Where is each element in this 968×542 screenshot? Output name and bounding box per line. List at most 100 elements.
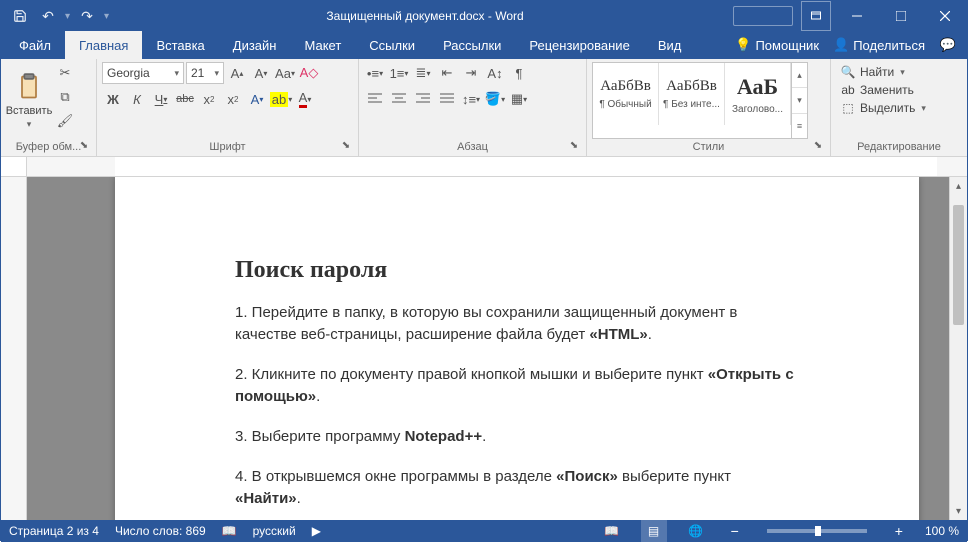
status-page[interactable]: Страница 2 из 4 <box>9 524 99 538</box>
tab-view[interactable]: Вид <box>644 31 696 59</box>
align-center-icon[interactable] <box>388 88 410 110</box>
minimize-button[interactable] <box>835 1 879 31</box>
status-macros-icon[interactable]: ▶ <box>312 524 321 538</box>
format-painter-icon[interactable]: 🖌 <box>54 110 76 132</box>
increase-indent-icon[interactable]: ⇥ <box>460 62 482 84</box>
share-label: Поделиться <box>853 38 925 53</box>
tab-insert[interactable]: Вставка <box>142 31 218 59</box>
view-web-icon[interactable]: 🌐 <box>683 520 709 542</box>
vertical-scrollbar[interactable]: ▴ ▾ <box>949 177 967 520</box>
clear-format-icon[interactable]: A◇ <box>298 62 320 84</box>
justify-icon[interactable] <box>436 88 458 110</box>
file-tab[interactable]: Файл <box>5 31 65 59</box>
status-language[interactable]: русский <box>253 524 296 538</box>
qat-undo-more-icon[interactable]: ▾ <box>63 11 72 22</box>
status-spellcheck-icon[interactable]: 📖 <box>222 524 237 538</box>
change-case-icon[interactable]: Aa▾ <box>274 62 296 84</box>
ribbon-display-options-icon[interactable] <box>801 1 831 31</box>
doc-heading[interactable]: Поиск пароля <box>235 257 799 284</box>
share-icon: 👤 <box>833 37 849 53</box>
document-canvas[interactable]: Поиск пароля 1. Перейдите в папку, в кот… <box>27 177 949 520</box>
zoom-handle[interactable] <box>815 526 821 536</box>
bold-button[interactable]: Ж <box>102 88 124 110</box>
styles-expand-icon[interactable]: ≡ <box>792 113 807 138</box>
undo-icon[interactable]: ↶ <box>35 3 61 29</box>
style-normal[interactable]: АаБбВв ¶ Обычный <box>593 63 659 125</box>
replace-icon: ab <box>840 83 856 97</box>
doc-paragraph[interactable]: 4. В открывшемся окне программы в раздел… <box>235 466 799 510</box>
dialog-launcher-icon[interactable]: ⬊ <box>811 140 825 154</box>
underline-button[interactable]: Ч▾ <box>150 88 172 110</box>
font-color-icon[interactable]: A▾ <box>294 88 316 110</box>
doc-paragraph[interactable]: 3. Выберите программу Notepad++. <box>235 426 799 448</box>
shrink-font-icon[interactable]: A▾ <box>250 62 272 84</box>
tell-me[interactable]: 💡 Помощник <box>735 37 819 53</box>
zoom-level[interactable]: 100 % <box>925 524 959 538</box>
tab-mailings[interactable]: Рассылки <box>429 31 515 59</box>
font-name-combo[interactable]: Georgia▾ <box>102 62 184 84</box>
tab-design[interactable]: Дизайн <box>219 31 291 59</box>
styles-more: ▴ ▾ ≡ <box>791 63 807 138</box>
dialog-launcher-icon[interactable]: ⬊ <box>339 140 353 154</box>
doc-paragraph[interactable]: 2. Кликните по документу правой кнопкой … <box>235 364 799 408</box>
cut-icon[interactable]: ✂ <box>54 62 76 84</box>
align-left-icon[interactable] <box>364 88 386 110</box>
numbering-icon[interactable]: 1≡▾ <box>388 62 410 84</box>
italic-button[interactable]: К <box>126 88 148 110</box>
font-size-combo[interactable]: 21▾ <box>186 62 224 84</box>
line-spacing-icon[interactable]: ↕≡▾ <box>460 88 482 110</box>
horizontal-ruler[interactable] <box>1 157 967 177</box>
borders-icon[interactable]: ▦▾ <box>508 88 530 110</box>
zoom-in-button[interactable]: + <box>889 523 909 539</box>
grow-font-icon[interactable]: A▴ <box>226 62 248 84</box>
subscript-icon[interactable]: x2 <box>198 88 220 110</box>
tab-home[interactable]: Главная <box>65 31 142 59</box>
highlight-icon[interactable]: ab▾ <box>270 88 292 110</box>
select-button[interactable]: ⬚Выделить▾ <box>836 100 930 116</box>
decrease-indent-icon[interactable]: ⇤ <box>436 62 458 84</box>
save-icon[interactable] <box>7 3 33 29</box>
close-button[interactable] <box>923 1 967 31</box>
find-button[interactable]: 🔍Найти▾ <box>836 64 930 80</box>
share-button[interactable]: 👤 Поделиться <box>833 37 925 53</box>
page[interactable]: Поиск пароля 1. Перейдите в папку, в кот… <box>115 177 919 520</box>
tab-review[interactable]: Рецензирование <box>515 31 643 59</box>
align-right-icon[interactable] <box>412 88 434 110</box>
view-read-icon[interactable]: 📖 <box>599 520 625 542</box>
dialog-launcher-icon[interactable]: ⬊ <box>567 140 581 154</box>
styles-down-icon[interactable]: ▾ <box>792 87 807 112</box>
tab-layout[interactable]: Макет <box>290 31 355 59</box>
bullets-icon[interactable]: •≡▾ <box>364 62 386 84</box>
scroll-down-icon[interactable]: ▾ <box>950 502 967 520</box>
strikethrough-button[interactable]: abc <box>174 88 196 110</box>
tab-references[interactable]: Ссылки <box>355 31 429 59</box>
redo-icon[interactable]: ↷ <box>74 3 100 29</box>
replace-button[interactable]: abЗаменить <box>836 82 930 98</box>
group-paragraph-label: Абзац ⬊ <box>364 139 581 156</box>
dialog-launcher-icon[interactable]: ⬊ <box>77 140 91 154</box>
styles-up-icon[interactable]: ▴ <box>792 63 807 87</box>
zoom-slider[interactable] <box>767 529 867 533</box>
scroll-up-icon[interactable]: ▴ <box>950 177 967 195</box>
shading-icon[interactable]: 🪣▾ <box>484 88 506 110</box>
maximize-button[interactable] <box>879 1 923 31</box>
superscript-icon[interactable]: x2 <box>222 88 244 110</box>
copy-icon[interactable]: ⧉ <box>54 86 76 108</box>
status-wordcount[interactable]: Число слов: 869 <box>115 524 206 538</box>
qat-customize-icon[interactable]: ▾ <box>102 11 111 22</box>
text-effects-icon[interactable]: A▾ <box>246 88 268 110</box>
paste-button[interactable]: Вставить ▾ <box>6 62 52 139</box>
sort-icon[interactable]: A↕ <box>484 62 506 84</box>
show-marks-icon[interactable]: ¶ <box>508 62 530 84</box>
doc-paragraph[interactable]: 1. Перейдите в папку, в которую вы сохра… <box>235 302 799 346</box>
style-heading1[interactable]: АаБ Заголово... <box>725 63 791 125</box>
scroll-thumb[interactable] <box>953 205 964 325</box>
multilevel-icon[interactable]: ≣▾ <box>412 62 434 84</box>
comments-icon[interactable]: 💬 <box>939 37 957 53</box>
zoom-out-button[interactable]: − <box>725 523 745 539</box>
account-box[interactable] <box>733 6 793 26</box>
window-controls <box>835 1 967 31</box>
style-no-spacing[interactable]: АаБбВв ¶ Без инте... <box>659 63 725 125</box>
view-print-icon[interactable]: ▤ <box>641 520 667 542</box>
vertical-ruler[interactable] <box>1 177 27 520</box>
